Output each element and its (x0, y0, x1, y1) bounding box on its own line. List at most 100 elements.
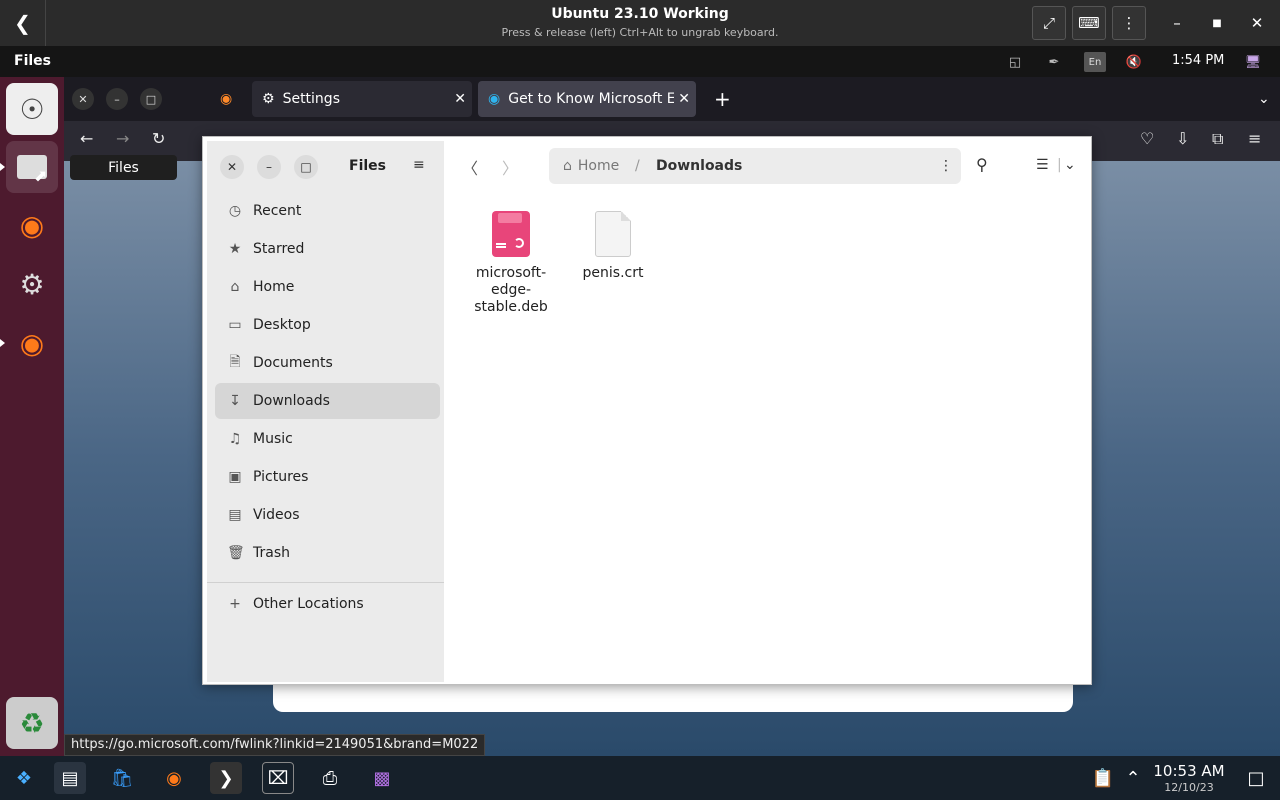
back-button[interactable]: ❮ (0, 0, 46, 46)
sidebar-item-label: Music (253, 431, 293, 447)
show-desktop-icon[interactable]: □ (1240, 762, 1272, 794)
sidebar-item-label: Desktop (253, 317, 311, 333)
tab-firefox-pinned[interactable]: ◉ (210, 81, 250, 117)
dock-files[interactable] (6, 141, 58, 193)
system-monitor-icon[interactable]: 🖥 (1242, 52, 1264, 72)
terminal-icon[interactable]: ❯ (210, 762, 242, 794)
volume-muted-icon[interactable]: 🔇 (1123, 52, 1145, 72)
firefox-icon: ◉ (19, 326, 45, 360)
ubuntu-dock: ☉ ◉ ⚙ ◉ ♻ (0, 77, 64, 756)
menu-icon[interactable]: ≡ (1248, 129, 1261, 148)
minimize-icon: – (266, 160, 272, 174)
tab-close-icon[interactable]: ✕ (454, 91, 466, 107)
file-item-crt[interactable]: penis.crt (568, 211, 658, 282)
star-icon: ★ (228, 241, 242, 257)
breadcrumb-current[interactable]: Downloads (656, 158, 742, 174)
taskbar-clock[interactable]: 10:53 AM (1152, 762, 1226, 780)
sidebar-item-label: Starred (253, 241, 305, 257)
task-view-icon[interactable]: ▤ (54, 762, 86, 794)
breadcrumb-home[interactable]: ⌂ Home (563, 158, 619, 174)
reload-button[interactable]: ↻ (152, 129, 165, 148)
nav-back-button[interactable]: ← (80, 129, 93, 148)
running-indicator (0, 339, 5, 347)
sidebar-item-other-locations[interactable]: + Other Locations (215, 586, 440, 622)
nav-forward-button[interactable]: → (116, 129, 129, 148)
sidebar-item-documents[interactable]: 🗎 Documents (215, 345, 440, 381)
firefox-close-button[interactable]: ✕ (72, 88, 94, 110)
input-language-indicator[interactable]: En (1084, 52, 1106, 72)
file-item-deb[interactable]: microsoft-edge-stable.deb (466, 211, 556, 316)
main-menu-button[interactable]: ≡ (413, 157, 425, 173)
home-icon: ⌂ (230, 279, 240, 295)
panel-clock[interactable]: 1:54 PM (1172, 53, 1224, 68)
sidebar-item-trash[interactable]: 🗑 Trash (215, 535, 440, 571)
store-icon[interactable]: 🛍 (106, 762, 138, 794)
sidebar-item-downloads[interactable]: ↧ Downloads (215, 383, 440, 419)
firefox-minimize-button[interactable]: – (106, 88, 128, 110)
window-close-button[interactable]: ✕ (220, 155, 244, 179)
dock-firefox-2[interactable]: ◉ (6, 317, 58, 369)
search-button[interactable]: ⚲ (976, 155, 988, 174)
taskbar-date[interactable]: 12/10/23 (1152, 781, 1226, 794)
dock-firefox[interactable]: ◉ (6, 199, 58, 251)
vm-minimize-button[interactable]: – (1160, 6, 1194, 40)
tab-close-icon[interactable]: ✕ (678, 91, 690, 107)
sidebar-item-recent[interactable]: ◷ Recent (215, 193, 440, 229)
clipboard-icon[interactable]: 📋 (1090, 762, 1116, 794)
home-icon: ⌂ (563, 158, 572, 174)
firefox-icon[interactable]: ◉ (158, 762, 190, 794)
vm-close-button[interactable]: ✕ (1240, 6, 1274, 40)
pen-icon[interactable]: ✒ (1043, 52, 1065, 72)
file-name: penis.crt (582, 265, 644, 281)
vm-maximize-button[interactable]: ■ (1200, 6, 1234, 40)
vm-menu-button[interactable]: ⋮ (1112, 6, 1146, 40)
dock-ubuntu-software[interactable]: ☉ (6, 83, 58, 135)
list-tabs-button[interactable]: ⌄ (1248, 81, 1278, 117)
ubuntu-logo-icon: ☉ (19, 92, 45, 126)
new-tab-button[interactable]: + (704, 81, 734, 117)
keyboard-button[interactable]: ⌨ (1072, 6, 1106, 40)
dock-trash[interactable]: ♻ (6, 697, 58, 749)
download-icon[interactable]: ⇩ (1176, 129, 1189, 148)
desktop-icon: ▭ (228, 317, 242, 333)
sidebar-item-pictures[interactable]: ▣ Pictures (215, 459, 440, 495)
back-button[interactable]: 〈 (462, 155, 478, 179)
firefox-maximize-button[interactable]: □ (140, 88, 162, 110)
launcher-icon[interactable]: ❖ (8, 762, 40, 794)
view-list-button[interactable]: ☰ (1036, 157, 1049, 173)
chevron-up-icon[interactable]: ⌃ (1120, 762, 1146, 794)
sidebar-item-videos[interactable]: ▤ Videos (215, 497, 440, 533)
host-taskbar: ❖ ▤ 🛍 ◉ ❯ ⌧ ⎙ ▩ 📋 ⌃ 10:53 AM 12/10/23 □ (0, 756, 1280, 800)
tab-settings[interactable]: ⚙ Settings ✕ (252, 81, 472, 117)
close-icon: ✕ (1250, 14, 1264, 32)
active-app-name[interactable]: Files (14, 53, 51, 69)
gear-icon: ⚙ (262, 91, 275, 107)
forward-button[interactable]: 〉 (502, 155, 518, 179)
window-maximize-button[interactable]: □ (294, 155, 318, 179)
sidebar-item-home[interactable]: ⌂ Home (215, 269, 440, 305)
path-menu-button[interactable]: ⋮ (939, 158, 953, 174)
file-name: microsoft-edge-stable.deb (474, 265, 548, 315)
status-url: https://go.microsoft.com/fwlink?linkid=2… (64, 734, 486, 756)
network-icon[interactable]: ◱ (1004, 52, 1026, 72)
edge-icon: ◉ (488, 91, 501, 107)
pocket-icon[interactable]: ♡ (1140, 129, 1154, 148)
printer-icon[interactable]: ⎙ (314, 762, 346, 794)
virtual-machine-icon[interactable]: ▩ (366, 762, 398, 794)
breadcrumb-separator: / (635, 158, 640, 174)
dock-settings[interactable]: ⚙ (6, 258, 58, 310)
clock-icon: ◷ (228, 203, 242, 219)
recycle-icon: ♻ (19, 706, 45, 740)
fullscreen-button[interactable]: ⤢ (1032, 6, 1066, 40)
view-options-button[interactable]: ⌄ (1064, 157, 1076, 173)
sidebar-item-music[interactable]: ♫ Music (215, 421, 440, 457)
extensions-icon[interactable]: ⧉ (1212, 129, 1223, 149)
sidebar-item-desktop[interactable]: ▭ Desktop (215, 307, 440, 343)
files-window: ✕ – □ Files ≡ ◷ Recent ★ Starred ⌂ Home ▭ De… (202, 136, 1092, 685)
tab-microsoft-edge[interactable]: ◉ Get to Know Microsoft Er ✕ (478, 81, 696, 117)
document-icon: 🗎 (229, 354, 241, 370)
sidebar-item-label: Home (253, 279, 295, 295)
screenshot-icon[interactable]: ⌧ (262, 762, 294, 794)
window-minimize-button[interactable]: – (257, 155, 281, 179)
sidebar-item-starred[interactable]: ★ Starred (215, 231, 440, 267)
